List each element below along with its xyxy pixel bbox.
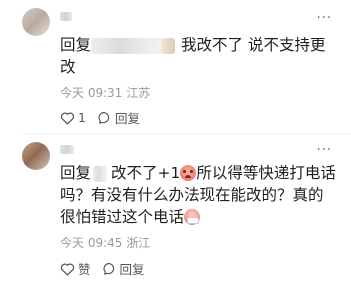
reply-prefix: 回复 (60, 164, 92, 182)
comment-meta: 今天 09:31 江苏 (60, 84, 154, 101)
reply-button[interactable]: 回复 (103, 259, 145, 278)
heart-icon (60, 112, 75, 125)
username-redacted[interactable] (60, 145, 74, 154)
reply-button[interactable]: 回复 (98, 108, 140, 127)
mention-redacted[interactable] (91, 37, 164, 54)
like-label: 赞 (78, 262, 91, 277)
comment-location: 江苏 (126, 86, 151, 100)
avatar[interactable] (22, 142, 50, 170)
comment-meta: 今天 09:45 浙江 (60, 234, 154, 251)
comment-actions: 1 回复 (60, 108, 152, 127)
like-button[interactable]: 1 (60, 110, 86, 125)
comment-body-a: 改不了+1 (111, 164, 181, 182)
mention-redacted[interactable] (93, 165, 108, 182)
more-options-button[interactable]: ··· (317, 12, 332, 25)
mention-redacted-tail (161, 37, 176, 54)
avatar[interactable] (22, 8, 50, 36)
comment-bubble-icon (103, 262, 114, 275)
like-button[interactable]: 赞 (60, 259, 91, 278)
like-count: 1 (78, 110, 86, 125)
divider (22, 133, 351, 134)
heart-icon (60, 263, 75, 276)
reply-prefix: 回复 (60, 36, 92, 54)
comment-item: ··· 回复 改不了+1 所以得等快递打电话吗？有没有什么办法现在能改的？真的很怕错… (0, 138, 351, 284)
username-redacted[interactable] (60, 12, 72, 21)
mask-face-emoji-icon (184, 209, 201, 225)
crying-emoji-icon (180, 165, 197, 181)
comment-date: 今天 09:31 (60, 86, 123, 100)
comment-text: 回复 我改不了 说不支持更改 (60, 34, 338, 78)
comment-item: ··· 回复 我改不了 说不支持更改 今天 09:31 江苏 1 回复 (0, 0, 351, 134)
comment-date: 今天 09:45 (60, 236, 123, 250)
more-options-button[interactable]: ··· (317, 144, 332, 157)
reply-label: 回复 (114, 111, 140, 126)
reply-label: 回复 (119, 262, 145, 277)
comment-text: 回复 改不了+1 所以得等快递打电话吗？有没有什么办法现在能改的？真的很怕错过这个电… (60, 162, 338, 228)
comment-location: 浙江 (126, 236, 151, 250)
comment-actions: 赞 回复 (60, 259, 157, 278)
comment-bubble-icon (98, 111, 110, 124)
